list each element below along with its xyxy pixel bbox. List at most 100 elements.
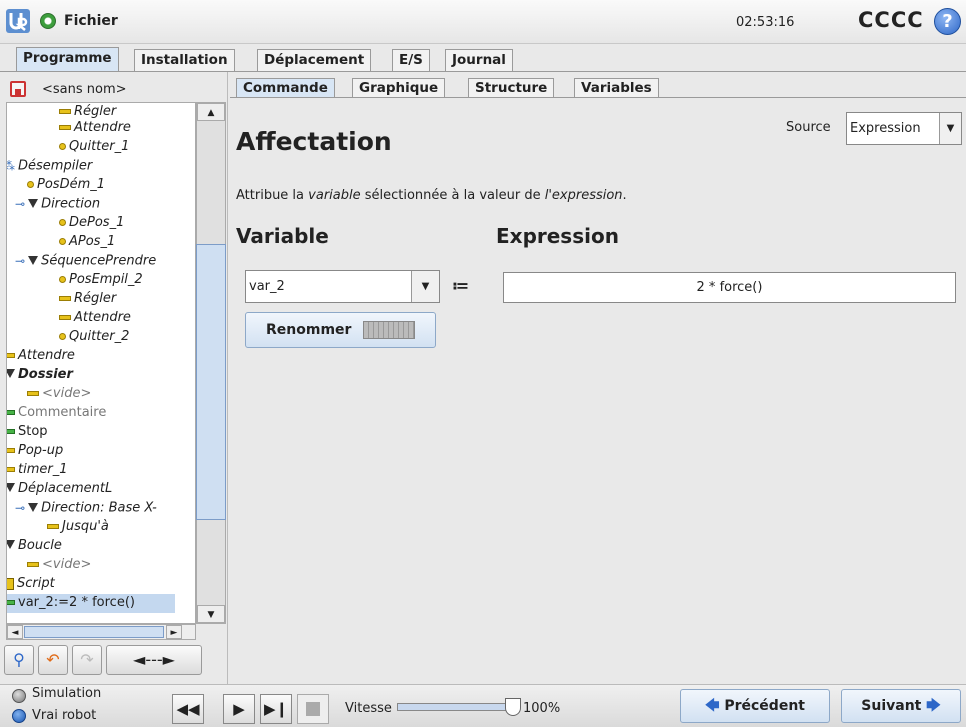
expand-triangle-icon[interactable] [28,502,39,512]
scroll-right-icon[interactable]: ► [166,625,182,639]
program-name: <sans nom> [42,82,127,97]
tree-node[interactable]: Commentaire [7,404,106,423]
tree-node[interactable]: Stop [7,423,48,442]
waypoint-icon [59,143,66,150]
help-icon[interactable]: ? [934,8,961,35]
tree-node[interactable]: Dossier [7,366,73,385]
tree-node[interactable]: Quitter_1 [59,138,129,157]
tab-es[interactable]: E/S [392,49,430,71]
scroll-up-icon[interactable]: ▲ [197,103,225,121]
tree-node[interactable]: DePos_1 [59,214,124,233]
tree-node[interactable]: DéplacementL [7,480,112,499]
tree-node[interactable]: ⁂Désempiler [7,157,92,176]
tree-node[interactable]: Jusqu'à [47,518,109,537]
tree-node[interactable]: <vide> [27,556,91,575]
expand-triangle-icon[interactable] [7,483,15,492]
page-title: Affectation [236,127,392,156]
expand-triangle-icon[interactable] [28,198,39,208]
tab-structure[interactable]: Structure [468,78,555,98]
tree-node[interactable]: <vide> [27,385,91,404]
wait-node-icon [59,125,71,130]
stop-icon[interactable] [297,694,329,724]
waypoint-icon [59,333,66,340]
popup-node-icon [7,448,15,453]
simulation-label: Simulation [32,686,102,701]
robot-name: CCCC [858,8,924,32]
chevron-down-icon[interactable]: ▼ [411,271,439,302]
program-tree[interactable]: Régler Attendre Quitter_1 ⁂Désempiler Po… [6,102,196,624]
speed-slider-thumb[interactable] [505,698,521,716]
speed-label: Vitesse [345,701,392,716]
tab-commande[interactable]: Commande [236,78,335,98]
command-panel [230,98,964,680]
file-status-icon[interactable] [40,13,56,29]
arrow-right-icon: 🡆 [926,698,941,714]
expression-field[interactable]: 2 * force() [503,272,956,303]
skip-to-start-icon[interactable]: ◀◀ [172,694,204,724]
tree-node[interactable]: timer_1 [7,461,68,480]
next-button[interactable]: Suivant 🡆 [841,689,961,723]
save-icon[interactable] [10,81,26,97]
tab-deplacement[interactable]: Déplacement [257,49,372,71]
redo-icon[interactable]: ↷ [72,645,102,675]
tree-hscroll-thumb[interactable] [24,626,164,638]
play-icon[interactable]: ▶ [223,694,255,724]
tree-node[interactable]: Régler [59,290,116,309]
tree-scroll-thumb[interactable] [196,244,226,520]
expand-triangle-icon[interactable] [28,255,39,265]
tab-variables[interactable]: Variables [574,78,659,98]
scroll-left-icon[interactable]: ◄ [7,625,23,639]
expand-triangle-icon[interactable] [7,369,15,378]
rename-button[interactable]: Renommer [245,312,436,348]
tree-branch-icon: ⊸ [15,197,26,211]
tree-node[interactable]: ⊸ Direction: Base X- [15,499,157,518]
tree-node[interactable]: APos_1 [59,233,115,252]
tree-node[interactable]: Script [7,575,55,594]
wait-node-icon [7,353,15,358]
undo-icon[interactable]: ↶ [38,645,68,675]
tree-node[interactable]: Quitter_2 [59,328,129,347]
source-label: Source [786,120,831,135]
variable-dropdown[interactable]: var_2 ▼ [245,270,440,303]
tree-node[interactable]: PosDém_1 [27,176,105,195]
expand-triangle-icon[interactable] [7,540,15,549]
tree-node[interactable]: Boucle [7,537,62,556]
tab-journal[interactable]: Journal [445,49,513,71]
scroll-down-icon[interactable]: ▼ [197,605,225,623]
tree-branch-icon: ⊸ [15,254,26,268]
waypoint-icon [59,238,66,245]
empty-node-icon [27,391,39,396]
assign-operator: ≔ [452,276,469,295]
tree-node[interactable]: Attendre [7,347,75,366]
tree-node[interactable]: Attendre [59,119,131,138]
tree-node[interactable]: ⊸ SéquencePrendre [15,252,156,271]
search-icon[interactable]: ⚲ [4,645,34,675]
waypoint-icon [59,276,66,283]
tree-node[interactable]: Pop-up [7,442,63,461]
assignment-node-icon [7,600,15,605]
simulation-radio[interactable] [12,689,26,703]
tree-branch-icon: ⊸ [15,501,26,515]
tab-programme[interactable]: Programme [16,47,119,72]
tree-node-selected[interactable]: var_2:=2 * force() [7,594,175,613]
move-arrows-icon: ◄---► [133,650,175,669]
arrow-left-icon: 🡄 [705,698,720,714]
move-node-button[interactable]: ◄---► [106,645,202,675]
step-icon[interactable]: ▶❙ [260,694,292,724]
tree-toolbar: ⚲ ↶ ↷ ◄---► [4,645,228,675]
chevron-down-icon[interactable]: ▼ [939,113,961,144]
program-header: <sans nom> [0,78,226,100]
tree-node[interactable]: ⊸ Direction [15,195,100,214]
keyboard-icon [363,321,415,339]
tab-installation[interactable]: Installation [134,49,235,71]
tree-node[interactable]: Attendre [59,309,131,328]
tab-graphique[interactable]: Graphique [352,78,446,98]
expression-heading: Expression [496,224,619,248]
previous-button[interactable]: 🡄 Précédent [680,689,830,723]
source-dropdown[interactable]: Expression ▼ [846,112,962,145]
waypoint-icon [59,219,66,226]
script-node-icon [7,577,14,590]
tree-node[interactable]: PosEmpil_2 [59,271,143,290]
real-robot-radio[interactable] [12,709,26,723]
file-menu[interactable]: Fichier [64,13,118,29]
